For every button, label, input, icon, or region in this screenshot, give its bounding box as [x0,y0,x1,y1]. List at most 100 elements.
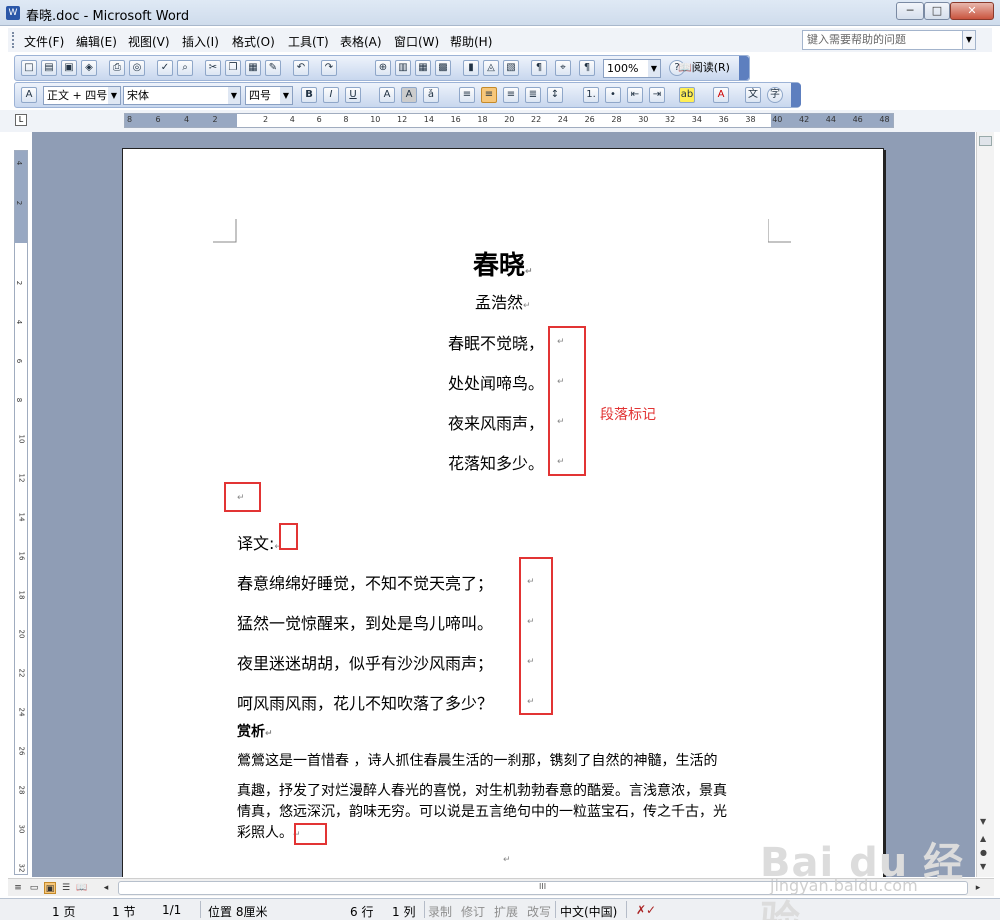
decrease-indent-icon[interactable]: ⇤ [627,87,643,103]
format-painter-icon[interactable]: ✎ [265,60,281,76]
ruler-number: 8 [15,397,24,403]
align-justify-icon[interactable]: ≡ [459,87,475,103]
line-spacing-icon[interactable]: ↕ [547,87,563,103]
menu-view[interactable]: 视图(V) [128,33,170,50]
chevron-down-icon[interactable]: ▼ [648,60,660,77]
translation-label: 译文:↵ [237,530,282,554]
menu-file[interactable]: 文件(F) [24,33,64,50]
menu-edit[interactable]: 编辑(E) [76,33,117,50]
ruler-number: 4 [289,115,295,124]
styles-icon[interactable]: A [21,87,37,103]
hyperlink-icon[interactable]: ⊕ [375,60,391,76]
appreciation-line: 鶯鶯这是一首惜春 ，诗人抓住春晨生活的一刹那，镌刻了自然的神髓，生活的 [237,753,718,769]
chevron-down-icon[interactable]: ▼ [962,30,976,50]
menu-tools[interactable]: 工具(T) [288,33,329,50]
ruler-number: 36 [718,115,729,124]
size-select[interactable]: 四号 ▼ [245,86,293,105]
close-button[interactable]: ✕ [950,2,994,20]
horizontal-ruler[interactable]: 8 6 4 2 2 4 6 8 10 12 14 16 18 20 22 24 26 28 30 32 34 36 38 40… [124,113,894,128]
new-icon[interactable]: □ [21,60,37,76]
open-icon[interactable]: ▤ [41,60,57,76]
tables-borders-icon[interactable]: ▥ [395,60,411,76]
scroll-grip-icon[interactable]: III [539,882,546,891]
font-select[interactable]: 宋体 ▼ [123,86,241,105]
pilcrow-icon[interactable]: ¶ [579,60,595,76]
reading-view-icon[interactable]: 📖 [76,882,88,894]
menu-table[interactable]: 表格(A) [340,33,382,50]
vertical-ruler[interactable]: 4 2 2 4 6 8 10 12 14 16 18 20 22 24 26 28 30 32 [14,150,28,875]
ruler-number: 6 [155,115,161,124]
toolbar-options-icon[interactable] [739,56,749,80]
print-icon[interactable]: ⎙ [109,60,125,76]
status-ovr[interactable]: 改写 [527,903,551,920]
increase-indent-icon[interactable]: ⇥ [649,87,665,103]
spell-check-icon[interactable]: ⌖ [555,60,571,76]
undo-icon[interactable]: ↶ [293,60,309,76]
toolbar-options-icon[interactable] [791,83,801,107]
document-map-icon[interactable]: ▧ [503,60,519,76]
status-language[interactable]: 中文(中国) [560,903,617,920]
toolbar-grip[interactable] [12,32,15,48]
distributed-icon[interactable]: ≣ [525,87,541,103]
menu-window[interactable]: 窗口(W) [394,33,439,50]
document-area[interactable]: 春晓↵ 孟浩然↵ 春眠不觉晓， 处处闻啼鸟。 夜来风雨声， 花落知多少。 ↵ ↵… [32,132,975,877]
phonetic-guide-icon[interactable]: 文 [745,87,761,103]
enclose-char-icon[interactable]: 字 [767,87,783,103]
style-select[interactable]: 正文 + 四号 ▼ [43,86,121,105]
ruler-number: 30 [17,824,26,834]
font-color-icon[interactable]: A [713,87,729,103]
menu-format[interactable]: 格式(O) [232,33,275,50]
bold-icon[interactable]: B [301,87,317,103]
align-right-icon[interactable]: ≡ [503,87,519,103]
copy-icon[interactable]: ❐ [225,60,241,76]
print-preview-icon[interactable]: ◎ [129,60,145,76]
vertical-scrollbar[interactable]: ▼ ▲ ● ▼ [976,132,994,877]
zoom-select[interactable]: 100% ▼ [603,59,661,78]
status-trk[interactable]: 修订 [461,903,485,920]
chevron-down-icon[interactable]: ▼ [228,87,240,104]
paste-icon[interactable]: ▦ [245,60,261,76]
insert-excel-icon[interactable]: ▩ [435,60,451,76]
scroll-down-icon[interactable]: ▼ [980,817,986,826]
ruler-number: 2 [15,280,24,286]
save-icon[interactable]: ▣ [61,60,77,76]
print-view-icon[interactable]: ▣ [44,882,56,894]
spelling-status-icon[interactable]: ✗✓ [636,903,656,917]
ruler-number: 18 [477,115,488,124]
status-rec[interactable]: 录制 [428,903,452,920]
drawing-icon[interactable]: ◬ [483,60,499,76]
columns-icon[interactable]: ▮ [463,60,479,76]
char-shading-icon[interactable]: A [401,87,417,103]
tab-stop-selector[interactable]: L [15,114,27,126]
minimize-button[interactable]: ─ [896,2,924,20]
char-scale-icon[interactable]: ǎ [423,87,439,103]
normal-view-icon[interactable]: ≡ [12,882,24,894]
italic-icon[interactable]: I [323,87,339,103]
cut-icon[interactable]: ✂ [205,60,221,76]
web-view-icon[interactable]: ▭ [28,882,40,894]
numbering-icon[interactable]: 1. [583,87,599,103]
underline-icon[interactable]: U [345,87,361,103]
insert-table-icon[interactable]: ▦ [415,60,431,76]
chevron-down-icon[interactable]: ▼ [280,87,292,104]
show-hide-icon[interactable]: ¶ [531,60,547,76]
highlight-icon[interactable]: ab [679,87,695,103]
help-search-input[interactable]: 键入需要帮助的问题 ▼ [802,30,976,50]
redo-icon[interactable]: ↷ [321,60,337,76]
align-center-icon[interactable]: ≡ [481,87,497,103]
spelling-icon[interactable]: ✓ [157,60,173,76]
scroll-left-icon[interactable]: ◂ [100,882,112,894]
research-icon[interactable]: ⌕ [177,60,193,76]
document-page[interactable]: 春晓↵ 孟浩然↵ 春眠不觉晓， 处处闻啼鸟。 夜来风雨声， 花落知多少。 ↵ ↵… [122,148,884,877]
menu-help[interactable]: 帮助(H) [450,33,492,50]
maximize-button[interactable]: □ [924,2,950,20]
menu-insert[interactable]: 插入(I) [182,33,219,50]
word-icon[interactable]: W [6,6,20,20]
scroll-thumb[interactable] [979,136,992,146]
status-ext[interactable]: 扩展 [494,903,518,920]
char-border-icon[interactable]: A [379,87,395,103]
bullets-icon[interactable]: • [605,87,621,103]
chevron-down-icon[interactable]: ▼ [108,87,120,104]
permission-icon[interactable]: ◈ [81,60,97,76]
outline-view-icon[interactable]: ☰ [60,882,72,894]
